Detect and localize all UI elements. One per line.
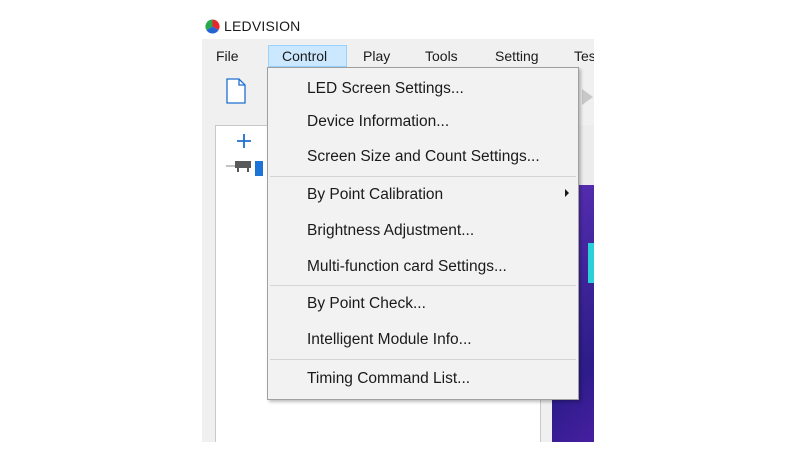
submenu-arrow-icon: [565, 189, 569, 197]
menu-item-intelligent-module-info[interactable]: Intelligent Module Info...: [307, 330, 472, 350]
preview-accent: [588, 243, 594, 283]
menu-separator: [270, 285, 576, 286]
arrow-right-icon[interactable]: [581, 89, 594, 110]
menu-item-by-point-check[interactable]: By Point Check...: [307, 294, 426, 314]
menu-test[interactable]: Tes: [574, 45, 594, 67]
menu-separator: [270, 359, 576, 360]
device-icon: [226, 158, 254, 179]
menu-separator: [270, 176, 576, 177]
app-title: LEDVISION: [224, 18, 301, 34]
menu-item-multi-function-card[interactable]: Multi-function card Settings...: [307, 257, 507, 277]
new-file-icon[interactable]: [226, 78, 246, 109]
title-bar: LEDVISION: [202, 13, 594, 39]
menu-play[interactable]: Play: [363, 45, 390, 67]
menu-item-device-information[interactable]: Device Information...: [307, 112, 449, 132]
tree-node-label-selected[interactable]: [255, 160, 263, 176]
ledvision-logo-icon: [205, 18, 220, 34]
menu-item-screen-size-count[interactable]: Screen Size and Count Settings...: [307, 147, 540, 167]
menu-item-by-point-calibration[interactable]: By Point Calibration: [307, 185, 443, 205]
menu-bar: File Control Play Tools Setting Tes: [202, 45, 594, 67]
menu-item-led-screen-settings[interactable]: LED Screen Settings...: [307, 79, 464, 99]
add-icon[interactable]: [236, 133, 252, 154]
control-dropdown-menu: LED Screen Settings... Device Informatio…: [267, 67, 579, 400]
menu-tools[interactable]: Tools: [425, 45, 458, 67]
menu-item-timing-command-list[interactable]: Timing Command List...: [307, 369, 470, 389]
menu-file[interactable]: File: [216, 45, 239, 67]
menu-control[interactable]: Control: [268, 45, 347, 67]
menu-setting[interactable]: Setting: [495, 45, 539, 67]
menu-item-brightness-adjustment[interactable]: Brightness Adjustment...: [307, 221, 474, 241]
tree-node[interactable]: [226, 160, 263, 176]
